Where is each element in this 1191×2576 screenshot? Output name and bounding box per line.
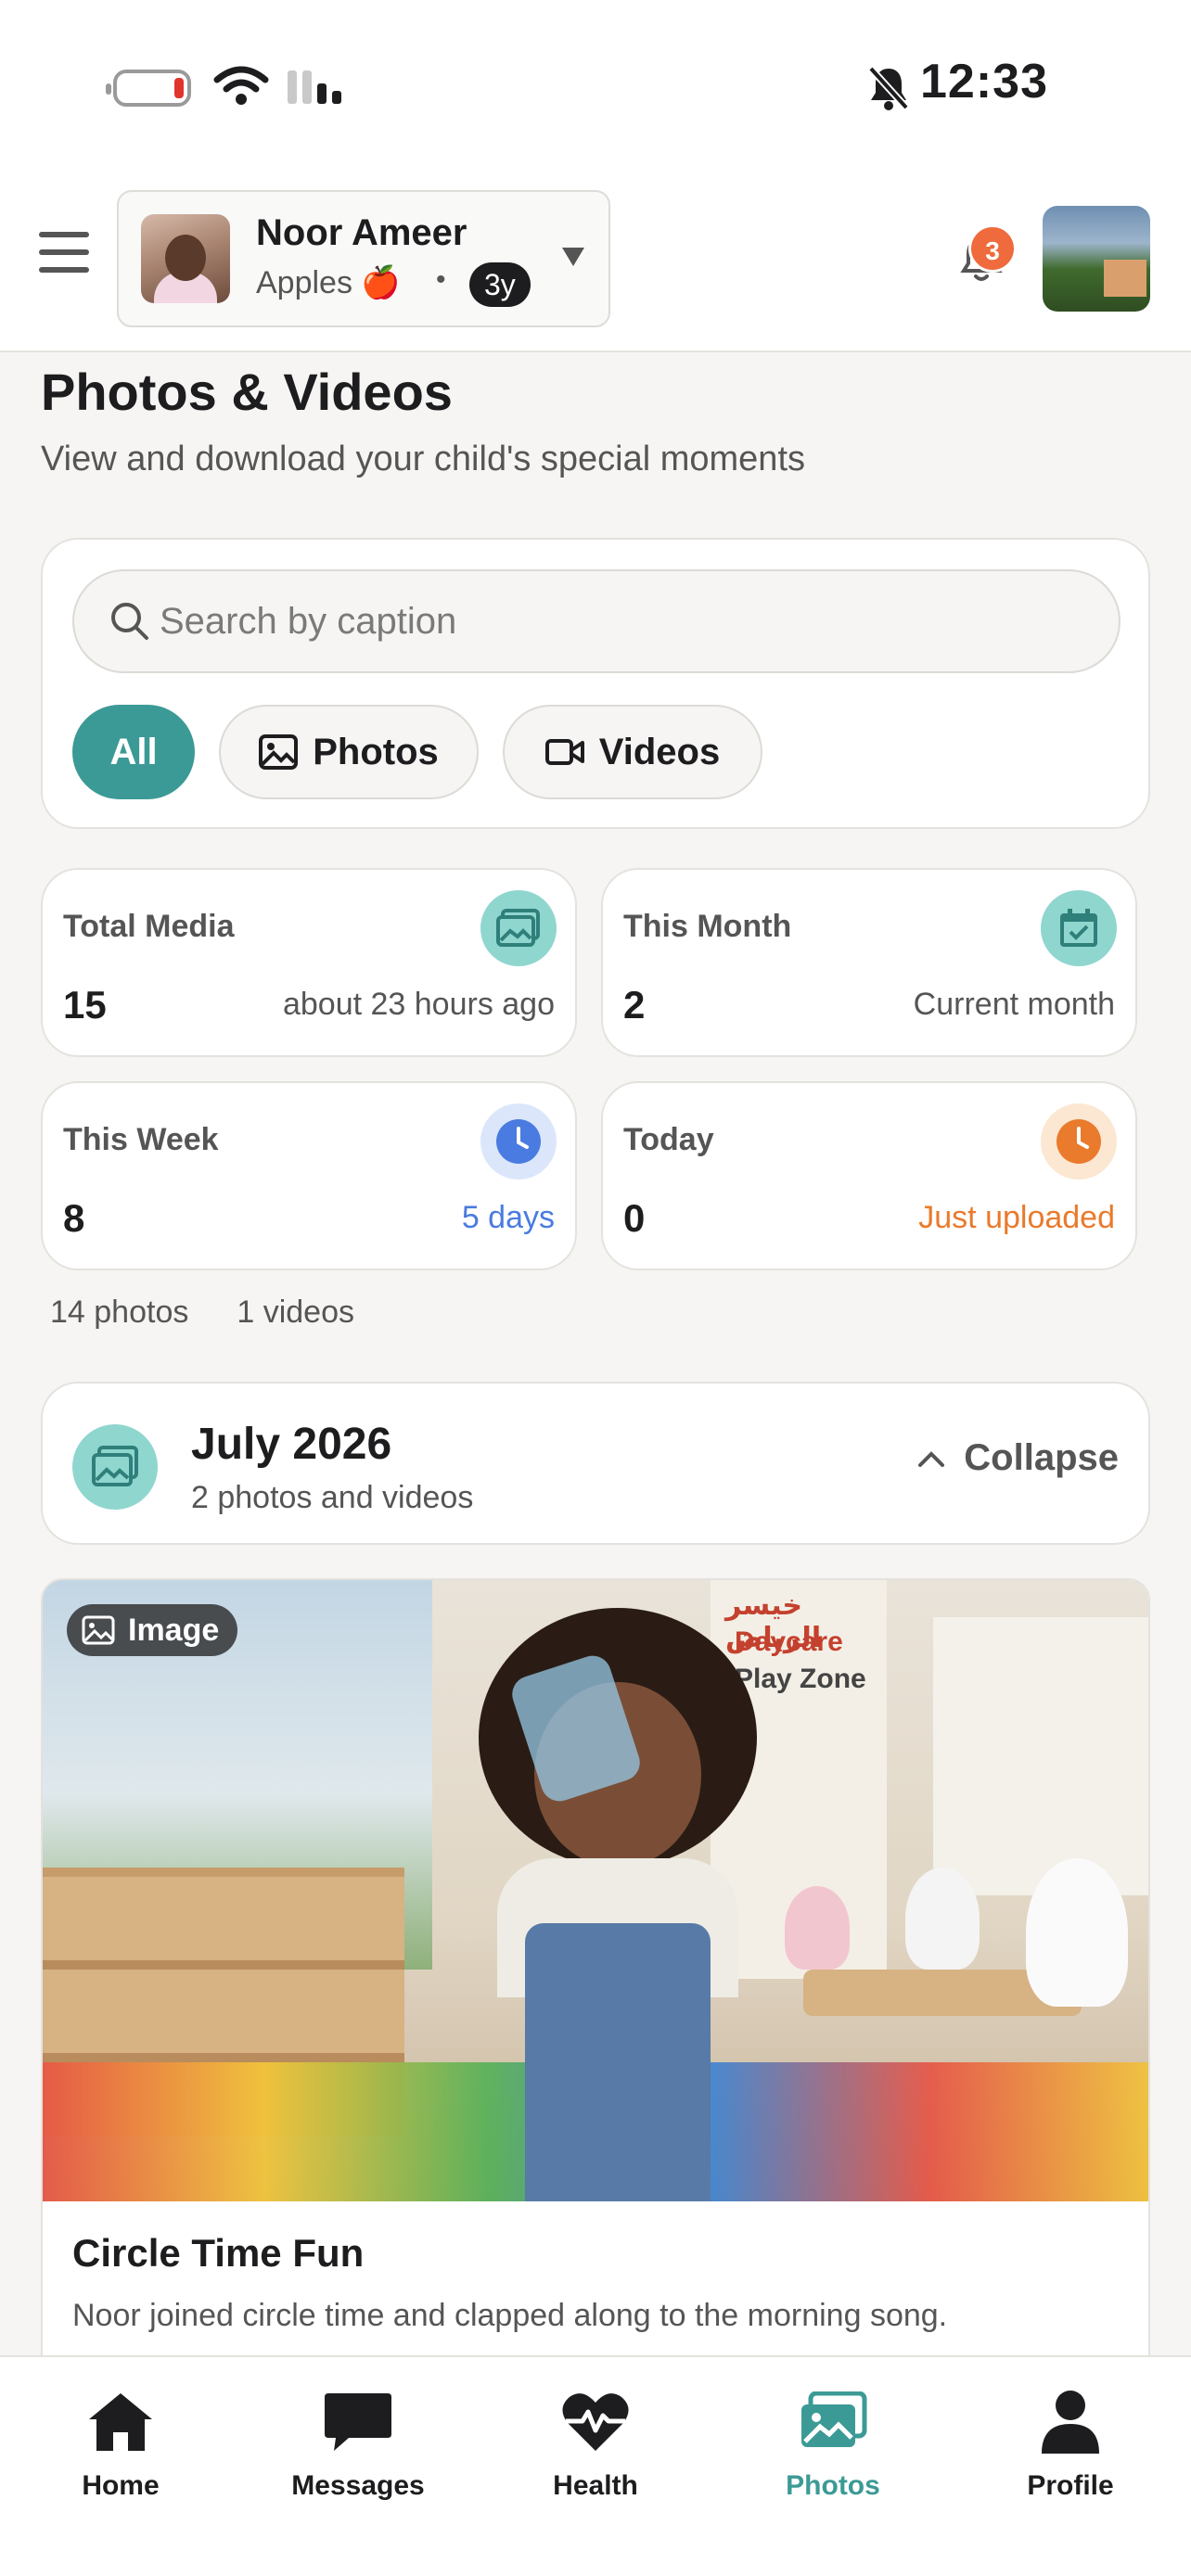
nav-label: Messages [291, 2470, 425, 2501]
child-class: Apples 🍎 [256, 265, 401, 300]
image-icon [480, 890, 557, 966]
stat-label: Today [623, 1122, 714, 1157]
media-item[interactable]: خيسر الرياض Daycare Play Zone Image Circ… [41, 1578, 1150, 2357]
bottom-nav: Home Messages Health Photos Profile [0, 2355, 1191, 2576]
video-camera-icon [544, 739, 584, 765]
stat-value: 0 [623, 1196, 646, 1240]
search-icon [111, 603, 148, 640]
media-counts: 14 photos 1 videos [50, 1294, 354, 1331]
stat-note: Just uploaded [918, 1200, 1115, 1235]
tab-videos[interactable]: Videos [503, 705, 762, 799]
wifi-icon [213, 66, 269, 105]
page-title: Photos & Videos [41, 363, 453, 421]
stat-today: Today 0 Just uploaded [601, 1081, 1137, 1270]
nav-messages[interactable]: Messages [265, 2376, 451, 2506]
person-icon [1033, 2385, 1108, 2459]
age-badge: 3y [469, 262, 531, 307]
home-icon [83, 2385, 158, 2459]
search-input[interactable] [160, 571, 1087, 671]
stat-value: 8 [63, 1196, 85, 1240]
stat-this-week: This Week 8 5 days [41, 1081, 577, 1270]
child-name: Noor Ameer [256, 212, 467, 253]
nav-home[interactable]: Home [28, 2376, 213, 2506]
bell-muted-icon [868, 66, 909, 110]
nav-label: Health [553, 2470, 638, 2501]
photos-icon [72, 1424, 158, 1510]
search-box[interactable] [72, 569, 1121, 673]
cellular-signal-icon [288, 67, 341, 104]
stat-value: 2 [623, 983, 646, 1027]
battery-icon [106, 70, 191, 107]
group-subtitle: 2 photos and videos [191, 1480, 474, 1515]
nav-photos[interactable]: Photos [740, 2376, 926, 2506]
media-type-tag: Image [67, 1604, 238, 1656]
chat-icon [321, 2385, 395, 2459]
tab-all[interactable]: All [72, 705, 195, 799]
nav-profile[interactable]: Profile [978, 2376, 1163, 2506]
tab-photos-label: Photos [313, 731, 439, 772]
separator-dot: • [436, 264, 446, 295]
stat-label: This Week [63, 1122, 219, 1157]
group-title: July 2026 [191, 1420, 392, 1469]
collapse-label: Collapse [964, 1437, 1119, 1478]
clock-icon [1041, 1103, 1117, 1180]
filter-card: All Photos Videos [41, 538, 1150, 829]
stat-this-month: This Month 2 Current month [601, 868, 1137, 1057]
stat-note: about 23 hours ago [282, 987, 555, 1022]
status-bar: 12:33 [0, 0, 1191, 176]
media-caption: Noor joined circle time and clapped alon… [72, 2298, 948, 2333]
stat-label: This Month [623, 909, 792, 944]
chevron-up-icon [918, 1450, 945, 1467]
video-count: 1 videos [237, 1294, 354, 1330]
stat-note: 5 days [461, 1200, 555, 1235]
child-switcher[interactable]: Noor Ameer Apples 🍎 • 3y [117, 190, 610, 327]
nav-label: Photos [786, 2470, 880, 2501]
chevron-down-icon [562, 248, 584, 266]
media-title: Circle Time Fun [72, 2231, 365, 2275]
nav-health[interactable]: Health [503, 2376, 688, 2506]
profile-photo[interactable] [1043, 206, 1150, 312]
page-subtitle: View and download your child's special m… [41, 440, 805, 478]
child-avatar [141, 214, 230, 303]
tab-videos-label: Videos [598, 731, 721, 772]
media-photo[interactable]: خيسر الرياض Daycare Play Zone Image [43, 1580, 1148, 2201]
image-icon [82, 1615, 115, 1645]
clock: 12:33 [920, 55, 1048, 108]
nav-label: Profile [1027, 2470, 1114, 2501]
notification-badge: 3 [968, 224, 1017, 273]
photo-count: 14 photos [50, 1294, 189, 1330]
menu-icon[interactable] [39, 232, 89, 273]
clock-icon [480, 1103, 557, 1180]
calendar-check-icon [1041, 890, 1117, 966]
photos-icon [796, 2385, 870, 2459]
stat-value: 15 [63, 983, 107, 1027]
month-group-header[interactable]: July 2026 2 photos and videos Collapse [41, 1382, 1150, 1545]
tab-all-label: All [109, 731, 158, 772]
image-icon [259, 734, 299, 770]
heart-pulse-icon [558, 2385, 633, 2459]
media-type-label: Image [128, 1612, 220, 1648]
nav-label: Home [82, 2470, 160, 2501]
stat-note: Current month [913, 987, 1115, 1022]
stat-label: Total Media [63, 909, 235, 944]
tab-photos[interactable]: Photos [219, 705, 479, 799]
stat-total-media: Total Media 15 about 23 hours ago [41, 868, 577, 1057]
collapse-button[interactable]: Collapse [917, 1437, 1119, 1479]
